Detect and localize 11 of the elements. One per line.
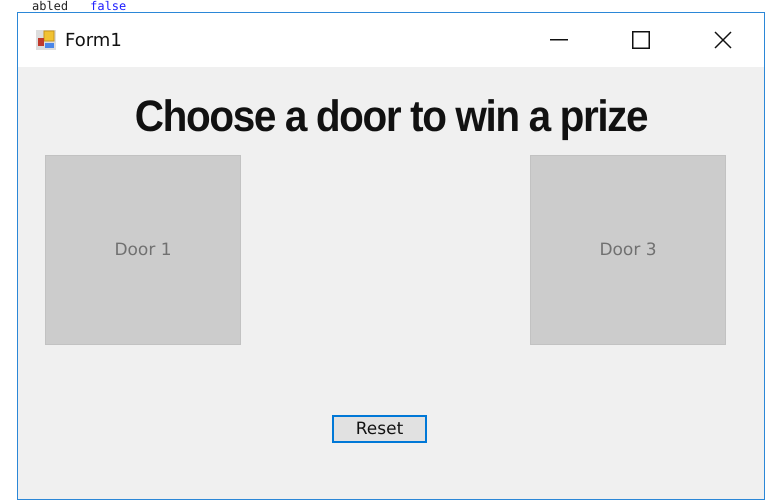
code-text: abled <box>32 0 68 12</box>
door-button[interactable]: Door 1 <box>45 155 241 345</box>
app-icon <box>35 29 57 51</box>
door-button[interactable]: Door 3 <box>530 155 726 345</box>
maximize-icon <box>632 31 650 49</box>
minimize-icon <box>550 39 568 41</box>
window-title: Form1 <box>65 30 123 50</box>
reset-button[interactable]: Reset <box>332 415 427 443</box>
code-text: false <box>90 0 126 12</box>
close-icon <box>714 31 732 49</box>
heading: Choose a door to win a prize <box>134 91 648 143</box>
